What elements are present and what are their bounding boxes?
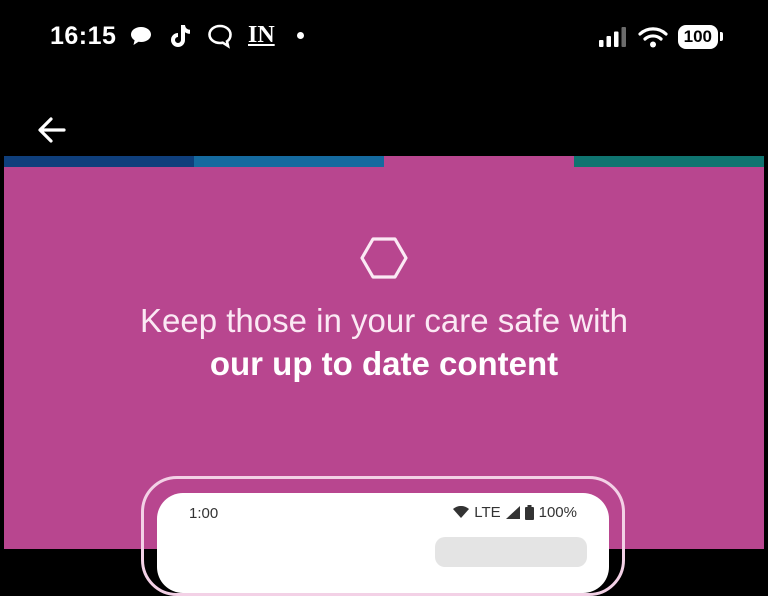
- cellular-signal-icon: [598, 26, 628, 48]
- back-button[interactable]: [34, 112, 70, 148]
- phone-preview: 1:00 LTE 100%: [157, 493, 609, 593]
- onboarding-headline: Keep those in your care safe with our up…: [0, 300, 768, 386]
- phone-preview-network: LTE: [474, 504, 501, 521]
- phone-preview-time: 1:00: [189, 505, 219, 522]
- battery-icon: [524, 505, 534, 520]
- arrow-left-icon: [38, 117, 66, 143]
- in-logo-icon: IN: [248, 22, 275, 48]
- cellular-signal-icon: [505, 506, 520, 519]
- notification-icons: IN: [128, 22, 304, 49]
- tiktok-icon: [168, 23, 192, 49]
- progress-segment-4: [574, 156, 764, 167]
- battery-indicator: 100: [677, 25, 724, 49]
- phone-preview-battery: 100%: [538, 504, 577, 521]
- status-time: 16:15: [50, 22, 117, 50]
- progress-segment-3: [384, 156, 574, 167]
- onboarding-progress: [4, 156, 764, 167]
- progress-segment-2: [194, 156, 384, 167]
- wifi-icon: [453, 506, 470, 518]
- more-notifications-dot: [296, 32, 304, 39]
- wifi-icon: [638, 26, 668, 48]
- hexagon-icon: [358, 235, 410, 286]
- headline-line-2: our up to date content: [209, 345, 559, 382]
- chat-bubble-icon: [128, 24, 154, 48]
- phone-preview-status: LTE 100%: [453, 504, 577, 521]
- app-bar: [0, 80, 768, 156]
- progress-segment-1: [4, 156, 194, 167]
- status-bar: 16:15 IN 100: [0, 0, 768, 80]
- speech-bubble-outline-icon: [206, 23, 234, 49]
- headline-line-1: Keep those in your care safe with: [140, 302, 628, 339]
- phone-preview-chip: [435, 537, 587, 567]
- system-icons: 100: [598, 25, 724, 49]
